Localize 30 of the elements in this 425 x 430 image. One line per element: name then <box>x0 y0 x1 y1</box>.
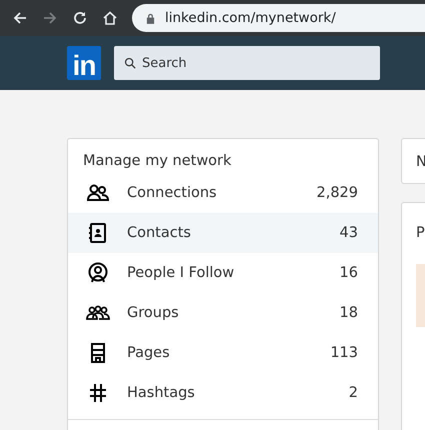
card-title: P <box>416 225 425 241</box>
item-count: 18 <box>340 305 358 321</box>
item-label: Contacts <box>127 225 192 241</box>
home-icon[interactable] <box>102 10 118 26</box>
reload-icon[interactable] <box>72 10 88 26</box>
item-count: 16 <box>340 265 358 281</box>
back-arrow-icon[interactable] <box>12 10 28 26</box>
network-list-item[interactable]: Contacts 43 <box>68 213 378 253</box>
item-label: Groups <box>127 305 180 321</box>
item-label: People I Follow <box>127 265 236 281</box>
item-count: 2 <box>348 385 358 401</box>
item-label: Connections <box>127 185 218 201</box>
network-list-item[interactable]: Connections 2,829 <box>68 173 378 213</box>
network-list-item[interactable]: Groups 18 <box>68 293 378 333</box>
photo-placeholder <box>416 264 425 327</box>
item-label: Pages <box>127 345 171 361</box>
network-list-item[interactable]: Hashtags 2 <box>68 373 378 413</box>
item-count: 113 <box>330 345 358 361</box>
network-list-item[interactable]: People I Follow 16 <box>68 253 378 293</box>
card-title: Manage my network <box>82 152 232 171</box>
person-circle-icon <box>86 261 110 285</box>
forward-arrow-icon[interactable] <box>42 10 58 26</box>
search-field[interactable]: Search <box>114 46 380 80</box>
logo[interactable]: in <box>67 46 101 80</box>
item-count: 2,829 <box>316 185 358 201</box>
item-count: 43 <box>340 225 358 241</box>
lock-icon <box>146 12 155 24</box>
item-label: Hashtags <box>127 385 196 401</box>
address-bar[interactable]: linkedin.com/mynetwork/ <box>132 4 425 32</box>
network-list-item[interactable]: Pages 113 <box>68 333 378 373</box>
